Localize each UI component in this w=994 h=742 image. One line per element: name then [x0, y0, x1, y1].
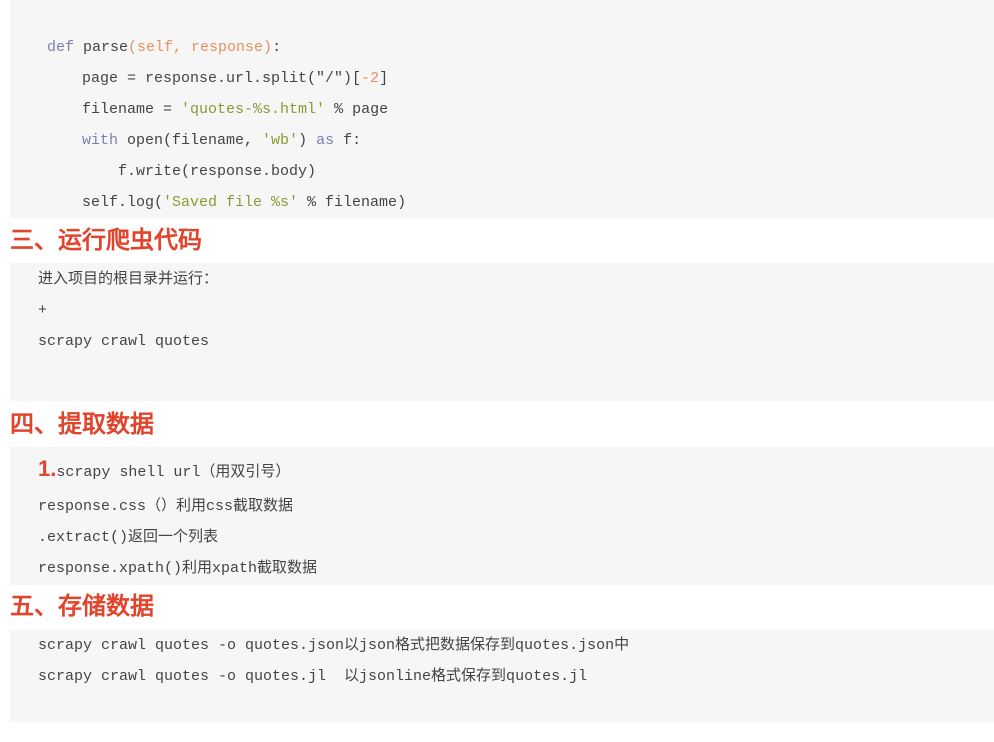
code-line: filename = 'quotes-%s.html' % page — [82, 100, 388, 120]
text-line: .extract()返回一个列表 — [38, 529, 219, 546]
code-text: parse — [74, 39, 129, 56]
code-line: with open(filename, 'wb') as f: — [82, 131, 361, 151]
text: scrapy shell url（用双引号） — [56, 464, 291, 481]
code-text: ] — [379, 70, 389, 87]
code-line: f.write(response.body) — [118, 162, 316, 182]
code-block: def parse(self, response): page = respon… — [10, 0, 994, 218]
section-heading: 三、运行爬虫代码 — [10, 227, 202, 254]
keyword: def — [47, 39, 75, 56]
code-text: self.log( — [82, 194, 164, 211]
code-text: ) — [298, 132, 317, 149]
code-text: f: — [334, 132, 362, 149]
keyword: with — [82, 132, 119, 149]
code-text: filename = — [82, 101, 182, 118]
code-text: page = response.url.split("/")[ — [82, 70, 362, 87]
text-line: scrapy crawl quotes — [38, 333, 210, 350]
command-block: scrapy crawl quotes -o quotes.json以json格… — [10, 630, 994, 722]
section-heading: 五、存储数据 — [10, 593, 154, 620]
code-string: 'Saved file %s' — [163, 194, 299, 211]
code-text: f.write(response.body) — [118, 163, 317, 180]
text-line: response.css（）利用css截取数据 — [38, 498, 294, 515]
code-args: (self, response) — [128, 39, 273, 56]
text-line: response.xpath()利用xpath截取数据 — [38, 560, 318, 577]
text-line: + — [38, 302, 48, 319]
text-line: 进入项目的根目录并运行： — [38, 271, 219, 288]
code-text: % page — [325, 101, 389, 118]
code-line: page = response.url.split("/")[-2] — [82, 69, 388, 89]
section-heading: 四、提取数据 — [10, 411, 154, 438]
code-string: 'wb' — [262, 132, 299, 149]
code-text: open(filename, — [118, 132, 263, 149]
code-string: 'quotes-%s.html' — [181, 101, 326, 118]
keyword: as — [316, 132, 335, 149]
code-number: -2 — [361, 70, 380, 87]
code-text: : — [272, 39, 282, 56]
command-block: 进入项目的根目录并运行： + scrapy crawl quotes — [10, 263, 994, 401]
text-line: 1.scrapy shell url（用双引号） — [38, 456, 291, 483]
command-block: 1.scrapy shell url（用双引号） response.css（）利… — [10, 447, 994, 585]
text-line: scrapy crawl quotes -o quotes.json以json格… — [38, 637, 630, 654]
code-line: def parse(self, response): — [47, 38, 281, 58]
code-text: % filename) — [298, 194, 407, 211]
list-number: 1. — [38, 456, 57, 481]
text-line: scrapy crawl quotes -o quotes.jl 以jsonli… — [38, 668, 588, 685]
code-line: self.log('Saved file %s' % filename) — [82, 193, 406, 213]
